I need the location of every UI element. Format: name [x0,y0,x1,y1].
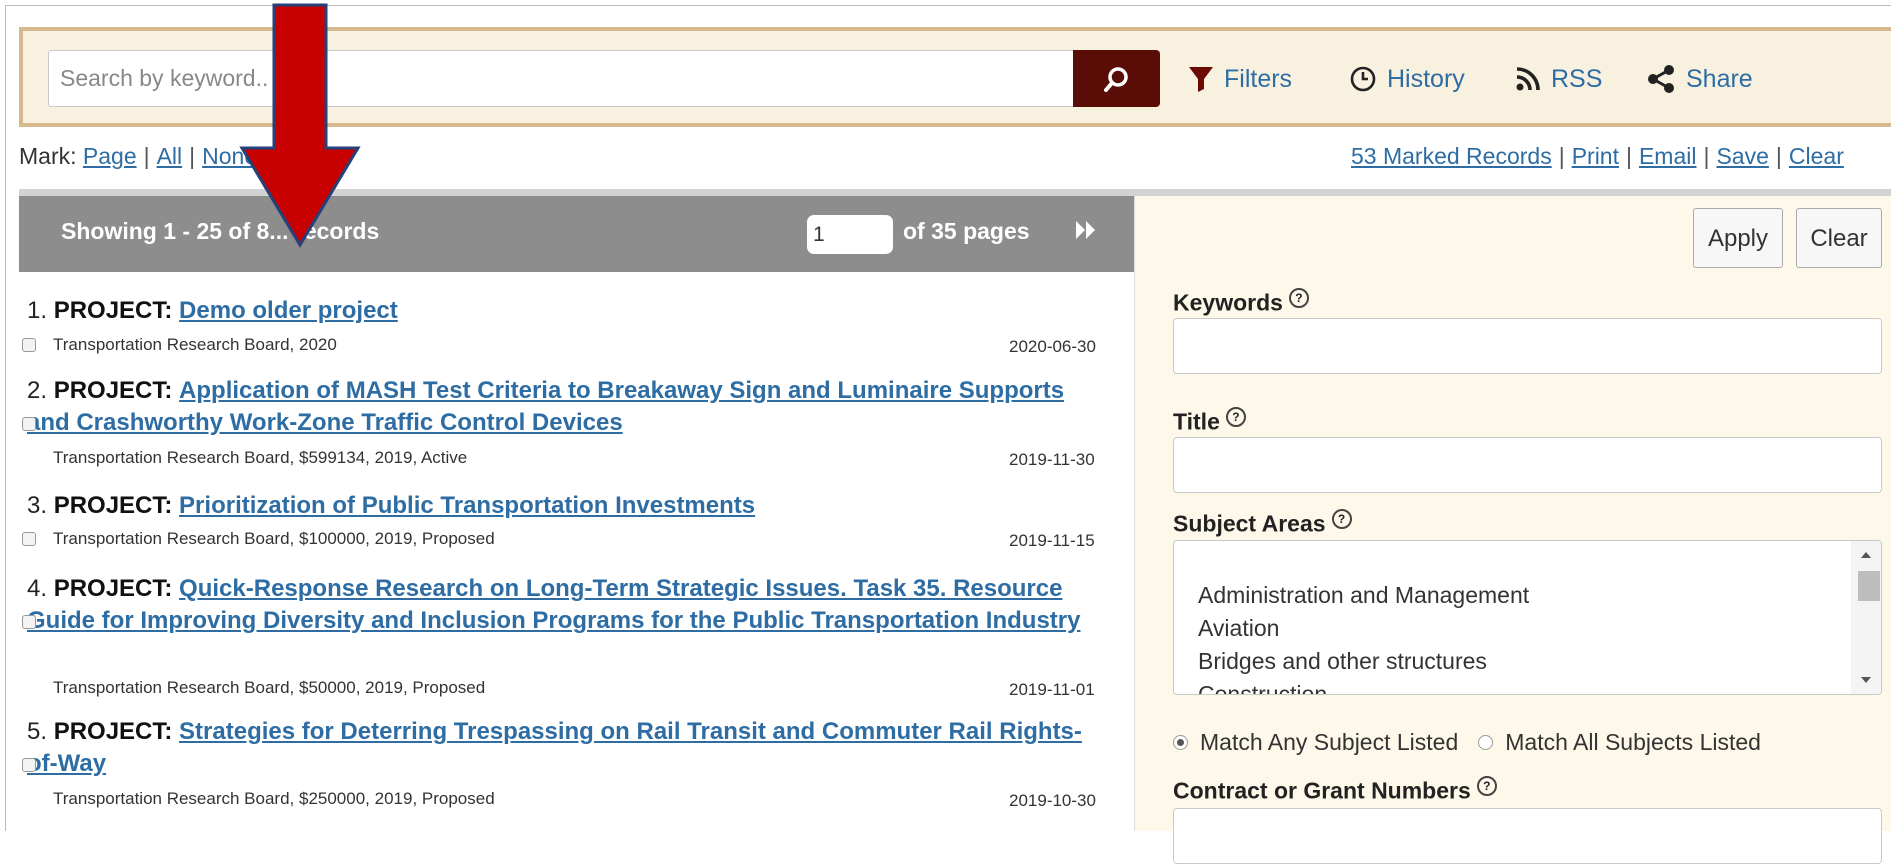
filter-icon [1189,67,1213,92]
mark-page-link[interactable]: Page [83,143,137,169]
subject-option[interactable]: Construction [1198,678,1881,694]
record-type: PROJECT: [53,377,173,404]
record-title-line: 4. PROJECT: Quick-Response Research on L… [27,573,1097,637]
mark-row-left: Mark: Page | All | None [19,143,258,169]
clear-button[interactable]: Clear [1796,208,1882,268]
record-title-link[interactable]: Demo older project [179,297,398,324]
record-number: 1. [27,297,48,324]
record-number: 2. [27,377,48,404]
filters-button[interactable]: Filters [1188,61,1292,97]
record-date: 2019-11-30 [1009,450,1095,469]
record-title-line: 1. PROJECT: Demo older project [27,295,1097,327]
rss-label: RSS [1551,64,1603,93]
record-checkbox[interactable] [22,532,36,546]
scroll-down-icon[interactable] [1851,670,1881,690]
clear-link[interactable]: Clear [1789,143,1844,169]
match-any-radio[interactable] [1173,735,1188,750]
search-icon [1103,66,1128,92]
scroll-up-icon[interactable] [1851,545,1881,565]
record-date: 2019-11-15 [1009,531,1095,550]
print-link[interactable]: Print [1572,143,1619,169]
subject-match-options: Match Any Subject Listed Match All Subje… [1173,729,1761,756]
help-icon[interactable]: ? [1476,776,1497,796]
email-link[interactable]: Email [1639,143,1697,169]
subject-option[interactable]: Aviation [1198,612,1881,645]
history-button[interactable]: History [1349,61,1465,97]
results-header: Showing 1 - 25 of 8... records 1 of 35 p… [19,196,1134,272]
record-checkbox[interactable] [22,758,36,772]
mark-all-link[interactable]: All [157,143,183,169]
contract-numbers-label: Contract or Grant Numbers? [1173,776,1497,805]
record-meta: Transportation Research Board, $50000, 2… [53,678,486,697]
help-icon[interactable]: ? [1225,407,1246,427]
title-input[interactable] [1173,437,1882,493]
search-button[interactable] [1073,50,1160,107]
subject-areas-listbox[interactable]: Administration and Management Aviation B… [1173,540,1882,695]
record-date: 2019-11-01 [1009,680,1095,699]
mark-row-right: 53 Marked Records | Print | Email | Save | Clear [1351,143,1844,169]
next-page-icon[interactable] [1074,218,1098,242]
contract-numbers-input[interactable] [1173,808,1882,864]
record-number: 4. [27,575,48,602]
match-all-radio[interactable] [1478,735,1494,750]
match-all-label: Match All Subjects Listed [1505,729,1761,755]
record-type: PROJECT: [53,297,173,324]
keywords-input[interactable] [1173,318,1882,374]
record-title-link[interactable]: Quick-Response Research on Long-Term Str… [27,575,1080,634]
match-any-label: Match Any Subject Listed [1200,729,1459,755]
rss-icon [1516,67,1540,91]
record-title-line: 2. PROJECT: Application of MASH Test Cri… [27,375,1097,439]
apply-button[interactable]: Apply [1693,208,1783,268]
record-checkbox[interactable] [22,417,36,431]
rss-button[interactable]: RSS [1515,61,1602,97]
record-meta: Transportation Research Board, $250000, … [53,789,495,808]
red-arrow-annotation [239,3,361,248]
page-number-input[interactable]: 1 [807,215,893,254]
filters-label: Filters [1224,64,1293,93]
record-meta: Transportation Research Board, $599134, … [53,448,468,467]
history-label: History [1387,64,1465,93]
record-type: PROJECT: [53,575,173,602]
record-title-link[interactable]: Application of MASH Test Criteria to Bre… [27,377,1064,436]
search-input[interactable]: Search by keyword.. [48,50,1092,107]
record-checkbox[interactable] [22,615,36,629]
title-label: Title? [1173,407,1246,436]
record-meta: Transportation Research Board, 2020 [53,335,337,354]
help-icon[interactable]: ? [1288,288,1309,308]
record-number: 5. [27,718,48,745]
marked-records-link[interactable]: 53 Marked Records [1351,143,1552,169]
subject-option[interactable]: Administration and Management [1198,579,1881,612]
record-date: 2019-10-30 [1009,791,1096,810]
mark-prefix: Mark: [19,143,77,169]
record-meta: Transportation Research Board, $100000, … [53,529,495,548]
record-number: 3. [27,492,48,519]
record-type: PROJECT: [53,492,173,519]
share-button[interactable]: Share [1646,61,1753,97]
record-title-line: 5. PROJECT: Strategies for Deterring Tre… [27,716,1097,780]
subject-scrollbar[interactable] [1851,541,1881,694]
subject-areas-label: Subject Areas? [1173,509,1352,538]
record-checkbox[interactable] [22,338,36,352]
share-icon [1648,65,1674,93]
keywords-label: Keywords? [1173,288,1309,317]
clock-icon [1350,66,1376,92]
share-label: Share [1686,64,1753,93]
save-link[interactable]: Save [1716,143,1768,169]
record-type: PROJECT: [53,718,173,745]
filter-panel: Apply Clear Keywords? Title? Subject Are… [1134,196,1891,864]
subject-option[interactable]: Bridges and other structures [1198,645,1881,678]
record-title-link[interactable]: Strategies for Deterring Trespassing on … [27,718,1082,777]
help-icon[interactable]: ? [1331,509,1352,529]
record-title-link[interactable]: Prioritization of Public Transportation … [179,492,755,519]
record-date: 2020-06-30 [1009,337,1096,356]
record-title-line: 3. PROJECT: Prioritization of Public Tra… [27,490,1097,522]
scroll-thumb[interactable] [1858,571,1880,601]
page-total: of 35 pages [903,218,1030,244]
